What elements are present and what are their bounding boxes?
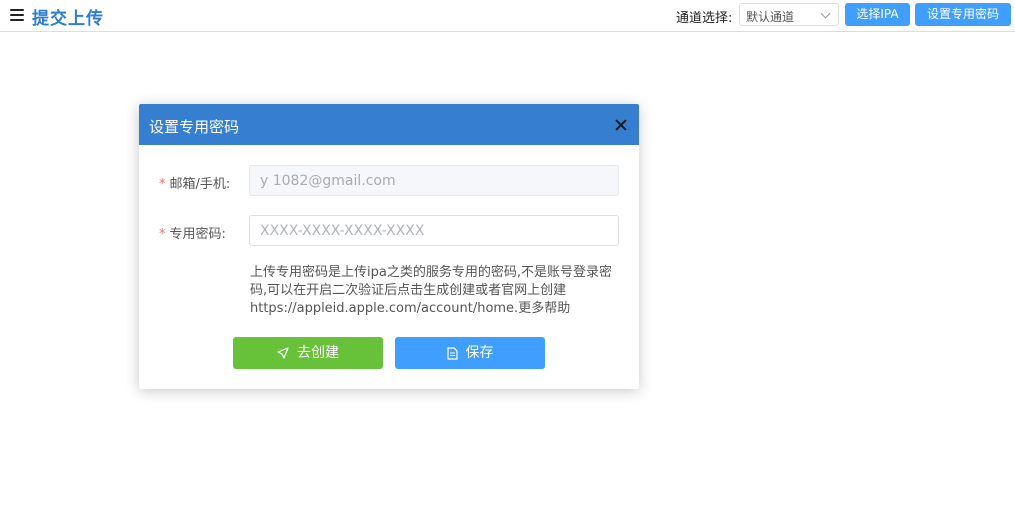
password-field[interactable]: XXXX-XXXX-XXXX-XXXX	[249, 215, 619, 246]
create-button[interactable]: 去创建	[233, 337, 383, 369]
create-button-label: 去创建	[297, 345, 339, 361]
select-ipa-button[interactable]: 选择IPA	[845, 3, 910, 26]
required-mark: *	[159, 227, 166, 242]
menu-icon[interactable]	[10, 9, 24, 21]
channel-select[interactable]: 默认通道	[739, 3, 839, 26]
save-button[interactable]: 保存	[395, 337, 545, 369]
set-password-dialog: 设置专用密码 * 邮箱/手机: y 1082@gmail.com * 专用密码: X…	[139, 104, 639, 389]
email-field[interactable]: y 1082@gmail.com	[249, 165, 619, 196]
top-bar: 提交上传 通道选择: 默认通道 选择IPA 设置专用密码	[0, 0, 1015, 32]
send-icon	[277, 347, 289, 359]
close-icon[interactable]	[615, 119, 627, 131]
save-button-label: 保存	[465, 345, 494, 361]
channel-select-value: 默认通道	[746, 10, 795, 24]
help-text: 上传专用密码是上传ipa之类的服务专用的密码,不是账号登录密码,可以在开启二次验…	[250, 265, 612, 316]
password-label: * 专用密码:	[159, 227, 226, 242]
document-icon	[446, 346, 458, 360]
channel-label: 通道选择:	[676, 11, 733, 26]
email-label: * 邮箱/手机:	[159, 177, 231, 192]
required-mark: *	[159, 177, 166, 192]
page-title: 提交上传	[32, 9, 104, 29]
dialog-title: 设置专用密码	[149, 118, 240, 136]
dialog-header: 设置专用密码	[139, 104, 639, 145]
chevron-down-icon	[820, 8, 831, 19]
set-password-button[interactable]: 设置专用密码	[915, 3, 1011, 26]
